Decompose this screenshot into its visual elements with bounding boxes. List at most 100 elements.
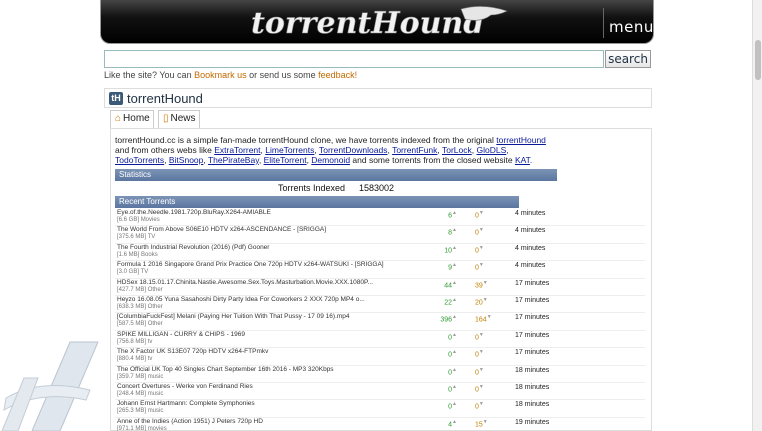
page-scrollbar[interactable]: [752, 0, 762, 431]
seed-count: 0▲: [433, 401, 457, 410]
table-row[interactable]: Johann Ernst Hartmann: Complete Symphoni…: [115, 400, 645, 418]
seed-arrow-icon: ▲: [452, 418, 457, 425]
table-row[interactable]: [ColumbiaFuckFest] Melani (Paying Her Tu…: [115, 313, 645, 331]
torrent-size: [638.3 MB]: [117, 303, 147, 310]
torrent-category[interactable]: Other: [148, 304, 163, 310]
torrent-category[interactable]: music: [148, 374, 164, 380]
torrent-name-link[interactable]: Johann Ernst Hartmann: Complete Symphoni…: [117, 400, 255, 407]
bookmark-link[interactable]: Bookmark us: [194, 70, 247, 80]
menu-button[interactable]: menu: [609, 18, 653, 36]
intro-part3: and some torrents from the closed websit…: [350, 155, 515, 165]
main-content: torrentHound.cc is a simple fan-made tor…: [110, 128, 652, 431]
link-todotorrents[interactable]: TodoTorrents: [115, 155, 164, 165]
table-row[interactable]: SPIKE MILLIGAN - CURRY & CHIPS - 1969 [75…: [115, 331, 645, 349]
feedback-link[interactable]: feedback!: [318, 70, 357, 80]
seed-arrow-icon: ▲: [452, 262, 457, 269]
table-row[interactable]: The Official UK Top 40 Singles Chart Sep…: [115, 366, 645, 383]
leech-count: 164▼: [475, 314, 495, 323]
leech-arrow-icon: ▼: [478, 210, 484, 216]
torrent-name-link[interactable]: The X Factor UK S13E07 720p HDTV x264-FT…: [117, 348, 268, 355]
link-torrentfunk[interactable]: TorrentFunk: [392, 145, 437, 155]
torrent-size: [359.7 MB]: [117, 373, 147, 380]
torrent-age: 18 minutes: [515, 366, 550, 374]
torrent-name-link[interactable]: The Official UK Top 40 Singles Chart Sep…: [117, 366, 334, 373]
torrent-name-link[interactable]: Heyzo 16.08.05 Yuna Sasahoshi Dirty Part…: [117, 296, 365, 303]
link-glodls[interactable]: GloDLS: [477, 145, 507, 155]
tab-news[interactable]: ▯ News: [158, 110, 200, 128]
torrent-size: [427.7 MB]: [117, 286, 147, 293]
table-row[interactable]: Anne of the Indies (Action 1951) J Peter…: [115, 418, 645, 431]
table-row[interactable]: HDSex 18.15.01.17.Chinita.Nastie.Awesome…: [115, 279, 645, 296]
scrollbar-thumb[interactable]: [755, 40, 761, 80]
logo-watermark: [1, 341, 99, 431]
seed-value: 10: [444, 247, 453, 255]
tab-news-label: News: [170, 113, 196, 124]
torrent-name-link[interactable]: HDSex 18.15.01.17.Chinita.Nastie.Awesome…: [117, 279, 373, 286]
seed-value: 396: [440, 316, 453, 324]
search-button[interactable]: search: [605, 50, 651, 68]
link-demonoid[interactable]: Demonoid: [311, 155, 350, 165]
seed-value: 44: [444, 281, 453, 289]
link-original[interactable]: torrentHound: [496, 135, 546, 145]
torrents-indexed-label: Torrents Indexed: [277, 183, 345, 193]
torrent-name-link[interactable]: The Fourth Industrial Revolution (2016) …: [117, 244, 269, 251]
torrent-category[interactable]: Books: [141, 252, 158, 258]
link-bitsnoop[interactable]: BitSnoop: [169, 155, 204, 165]
leech-arrow-icon: ▼: [482, 296, 488, 303]
torrent-category[interactable]: tv: [148, 339, 153, 345]
search-input[interactable]: [104, 50, 604, 68]
link-kat[interactable]: KAT: [515, 155, 530, 165]
torrent-category[interactable]: Other: [148, 287, 163, 293]
torrent-age: 4 minutes: [515, 262, 546, 270]
torrent-category[interactable]: TV: [141, 269, 149, 275]
table-row[interactable]: Eye.of.the.Needle.1981.720p.BluRay.X264-…: [115, 209, 645, 227]
menu-separator: [603, 8, 604, 38]
torrent-name-link[interactable]: Anne of the Indies (Action 1951) J Peter…: [117, 418, 263, 425]
torrent-info: [971.1 MB] movies: [117, 426, 167, 431]
link-extratorrent[interactable]: ExtraTorrent: [214, 145, 260, 155]
leech-arrow-icon: ▼: [486, 314, 492, 321]
torrent-category[interactable]: music: [148, 391, 164, 397]
table-row[interactable]: Formula 1 2016 Singapore Grand Prix Prac…: [115, 261, 645, 279]
torrent-info: [880.4 MB] tv: [117, 356, 152, 362]
leech-count: 0▼: [475, 367, 495, 376]
leech-value: 164: [475, 316, 487, 324]
torrent-name-link[interactable]: The World From Above S06E10 HDTV x264-AS…: [117, 226, 326, 233]
link-limetorrents[interactable]: LimeTorrents: [265, 145, 314, 155]
intro-part4: .: [529, 155, 533, 165]
statistics-header: Statistics: [115, 169, 557, 181]
torrent-name-link[interactable]: Formula 1 2016 Singapore Grand Prix Prac…: [117, 261, 384, 268]
torrent-size: [248.4 MB]: [117, 390, 147, 397]
table-row[interactable]: Heyzo 16.08.05 Yuna Sasahoshi Dirty Part…: [115, 296, 645, 314]
torrent-name-link[interactable]: SPIKE MILLIGAN - CURRY & CHIPS - 1969: [117, 331, 245, 338]
torrent-category[interactable]: tv: [148, 356, 153, 362]
link-torrentdownloads[interactable]: TorrentDownloads: [319, 145, 388, 155]
seed-arrow-icon: ▲: [452, 296, 457, 303]
torrent-category[interactable]: Movies: [141, 217, 160, 223]
link-elitetorrent[interactable]: EliteTorrent: [264, 155, 307, 165]
table-row[interactable]: The X Factor UK S13E07 720p HDTV x264-FT…: [115, 348, 645, 366]
torrent-name-link[interactable]: Eye.of.the.Needle.1981.720p.BluRay.X264-…: [117, 209, 271, 216]
torrent-category[interactable]: movies: [148, 426, 167, 431]
intro-part2: and from others webs like: [115, 145, 215, 155]
torrent-info: [1.6 MB] Books: [117, 252, 158, 258]
table-row[interactable]: Concert Overtures - Werke von Ferdinand …: [115, 383, 645, 401]
greyhound-icon: [460, 6, 508, 21]
table-row[interactable]: The World From Above S06E10 HDTV x264-AS…: [115, 226, 645, 244]
torrent-category[interactable]: Other: [148, 321, 163, 327]
torrent-info: [6.6 GB] Movies: [117, 217, 160, 223]
leech-arrow-icon: ▼: [478, 244, 484, 251]
leech-arrow-icon: ▼: [478, 349, 484, 356]
site-promo-note: Like the site? You can Bookmark us or se…: [104, 70, 357, 80]
torrent-name-link[interactable]: Concert Overtures - Werke von Ferdinand …: [117, 383, 253, 390]
link-torlock[interactable]: TorLock: [442, 145, 472, 155]
link-thepiratebay[interactable]: ThePirateBay: [208, 155, 259, 165]
table-row[interactable]: The Fourth Industrial Revolution (2016) …: [115, 244, 645, 262]
recent-torrents-header: Recent Torrents: [115, 196, 519, 208]
torrent-category[interactable]: TV: [148, 234, 156, 240]
recent-torrents-list: Eye.of.the.Needle.1981.720p.BluRay.X264-…: [115, 209, 645, 431]
torrent-category[interactable]: music: [148, 408, 164, 414]
torrent-name-link[interactable]: [ColumbiaFuckFest] Melani (Paying Her Tu…: [117, 313, 350, 320]
site-logo[interactable]: torrentHound: [251, 3, 521, 41]
tab-home[interactable]: ⌂ Home: [110, 110, 154, 128]
